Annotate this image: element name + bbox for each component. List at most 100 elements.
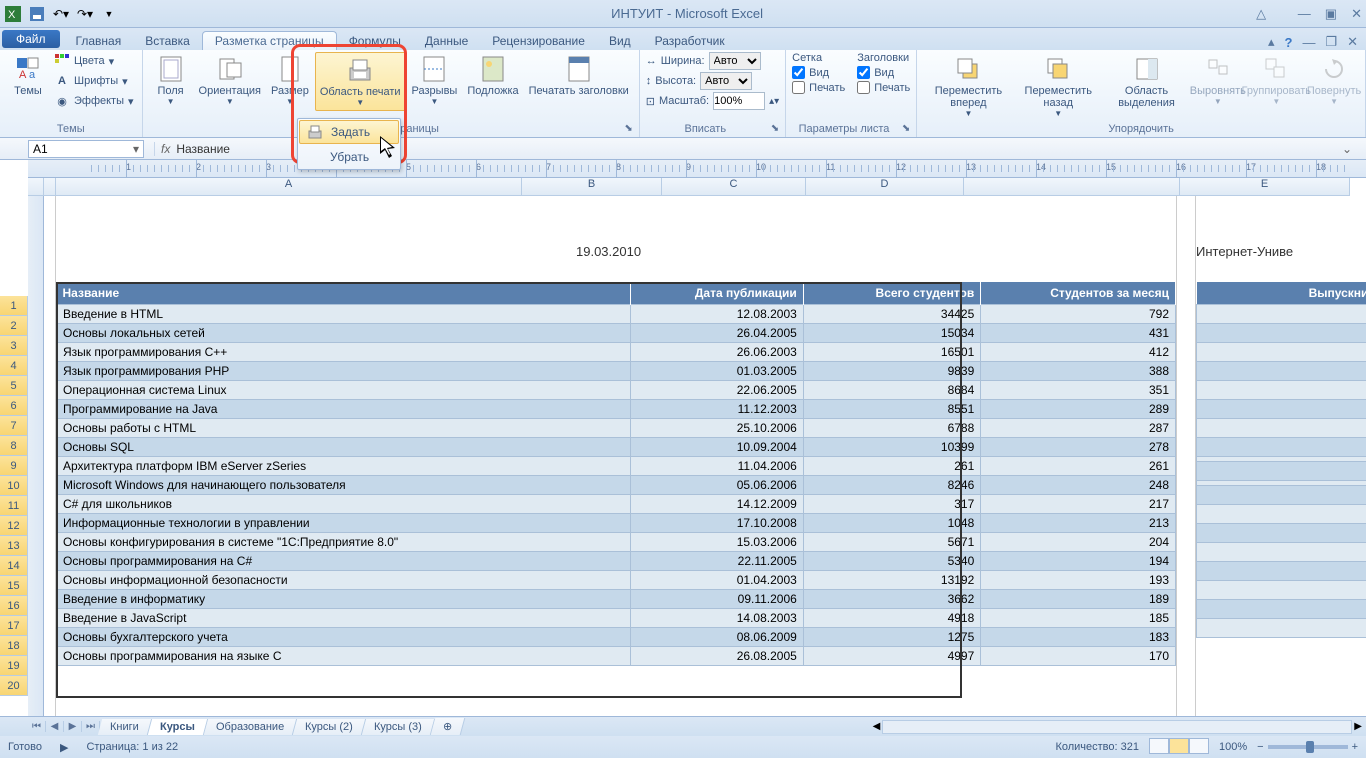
row-header-10[interactable]: 10 [0,476,28,496]
table-row[interactable]: C# для школьников14.12.2009317217 [57,495,1176,514]
tab-page-layout[interactable]: Разметка страницы [202,31,337,50]
table-row[interactable]: Информационные технологии в управлении17… [57,514,1176,533]
table-row[interactable]: Введение в информатику09.11.20063662189 [57,590,1176,609]
selection-pane-button[interactable]: Область выделения [1103,52,1190,112]
row-header-18[interactable]: 18 [0,636,28,656]
grid-print-checkbox[interactable] [792,81,805,94]
mdi-restore-icon[interactable]: ❐ [1325,34,1337,50]
table-row[interactable]: 17 [1197,343,1366,362]
page-setup-launcher-icon[interactable]: ⬊ [624,123,632,134]
row-header-17[interactable]: 17 [0,616,28,636]
table-row[interactable]: Основы программирования на C#22.11.20055… [57,552,1176,571]
row-header-11[interactable]: 11 [0,496,28,516]
table-row[interactable]: Основы локальных сетей26.04.200515034431 [57,324,1176,343]
row-header-14[interactable]: 14 [0,556,28,576]
table-row[interactable]: 26 [1197,419,1366,438]
colors-button[interactable]: Цвета ▾ [52,52,136,70]
mdi-close-icon[interactable]: ✕ [1347,34,1358,50]
themes-button[interactable]: Aa Темы [6,52,50,100]
redo-icon[interactable]: ↷▾ [76,5,94,23]
table-row[interactable]: 6 [1197,619,1366,638]
table-row[interactable]: Язык программирования C++26.06.200316501… [57,343,1176,362]
headers-view-checkbox[interactable] [857,66,870,79]
table-row[interactable]: 4 [1197,524,1366,543]
effects-button[interactable]: ◉Эффекты ▾ [52,92,136,110]
row-header-13[interactable]: 13 [0,536,28,556]
table-row[interactable]: 38 [1197,543,1366,562]
table-row[interactable]: 10 [1197,381,1366,400]
table-row[interactable]: Введение в JavaScript14.08.20034918185 [57,609,1176,628]
table-row[interactable]: 4 [1197,600,1366,619]
orientation-button[interactable]: Ориентация▼ [195,52,265,109]
sheet-tab-education[interactable]: Образование [204,719,297,735]
save-icon[interactable] [28,5,46,23]
col-header-a[interactable]: A [56,178,522,196]
vertical-ruler[interactable] [28,196,44,716]
table-row[interactable]: Основы информационной безопасности01.04.… [57,571,1176,590]
send-backward-button[interactable]: Переместить назад▼ [1016,52,1101,121]
sheet-tab-new[interactable]: ⊕ [430,718,465,735]
tab-home[interactable]: Главная [64,32,134,50]
dropdown-clear-print-area[interactable]: Убрать [298,145,400,169]
tab-file[interactable]: Файл [2,30,60,48]
th-name[interactable]: Название [57,282,631,305]
row-header-7[interactable]: 7 [0,416,28,436]
print-area-button[interactable]: Область печати▼ [315,52,406,111]
tab-developer[interactable]: Разработчик [643,32,737,50]
scale-launcher-icon[interactable]: ⬊ [771,123,779,134]
fx-icon[interactable]: fx [161,142,170,156]
th-total[interactable]: Всего студентов [803,282,980,305]
table-row[interactable]: Основы программирования на языке C26.08.… [57,647,1176,666]
sheet-nav-next-icon[interactable]: ▶ [64,721,82,732]
maximize-icon[interactable]: ▣ [1325,6,1337,22]
margins-button[interactable]: Поля▼ [149,52,193,109]
table-row[interactable]: Язык программирования PHP01.03.200598393… [57,362,1176,381]
row-header-12[interactable]: 12 [0,516,28,536]
table-row[interactable]: Программирование на Java11.12.2003855128… [57,400,1176,419]
mdi-minimize-icon[interactable]: — [1302,35,1315,50]
col-header-d[interactable]: D [806,178,964,196]
minimize-ribbon-arrow-icon[interactable]: ▴ [1268,34,1275,50]
sheet-tab-courses[interactable]: Курсы [148,719,208,735]
sheet-options-launcher-icon[interactable]: ⬊ [902,123,910,134]
th-date[interactable]: Дата публикации [631,282,804,305]
row-header-9[interactable]: 9 [0,456,28,476]
hscroll-right-icon[interactable]: ▶ [1354,721,1362,732]
minimize-ribbon-icon[interactable]: △ [1256,6,1266,22]
scale-input[interactable] [713,92,765,110]
fonts-button[interactable]: AШрифты ▾ [52,72,136,90]
tab-view[interactable]: Вид [597,32,643,50]
zoom-slider[interactable] [1268,745,1348,749]
height-select[interactable]: Авто [700,72,752,90]
hscroll-left-icon[interactable]: ◀ [873,721,881,732]
row-header-16[interactable]: 16 [0,596,28,616]
data-table[interactable]: Название Дата публикации Всего студентов… [56,282,1176,666]
row-header-15[interactable]: 15 [0,576,28,596]
formula-value[interactable]: Название [176,142,230,156]
undo-icon[interactable]: ↶▾ [52,5,70,23]
table-row[interactable]: Microsoft Windows для начинающего пользо… [57,476,1176,495]
table-row[interactable]: 12 [1197,362,1366,381]
name-box[interactable]: A1▾ [28,140,144,158]
table-row[interactable]: Основы SQL10.09.200410399278 [57,438,1176,457]
status-macro-icon[interactable]: ▶ [60,741,68,754]
view-page-break-icon[interactable] [1189,738,1209,754]
sheet-tab-courses-3[interactable]: Курсы (3) [362,719,435,735]
table-row[interactable]: 25 [1197,324,1366,343]
table-row[interactable]: 5 [1197,438,1366,457]
grid-view-checkbox[interactable] [792,66,805,79]
dropdown-set-print-area[interactable]: Задать [299,120,399,144]
table-row[interactable]: 16 [1197,581,1366,600]
th-month[interactable]: Студентов за месяц [981,282,1176,305]
zoom-value[interactable]: 100% [1219,741,1247,753]
print-titles-button[interactable]: Печатать заголовки [525,52,633,100]
zoom-in-icon[interactable]: + [1352,741,1358,753]
sheet-tab-books[interactable]: Книги [98,719,152,735]
row-header-6[interactable]: 6 [0,396,28,416]
col-header-c[interactable]: C [662,178,806,196]
table-row[interactable]: Основы бухгалтерского учета08.06.2009127… [57,628,1176,647]
tab-insert[interactable]: Вставка [133,32,202,50]
table-row[interactable]: Основы конфигурирования в системе "1С:Пр… [57,533,1176,552]
row-header-19[interactable]: 19 [0,656,28,676]
size-button[interactable]: Размер▼ [267,52,313,109]
